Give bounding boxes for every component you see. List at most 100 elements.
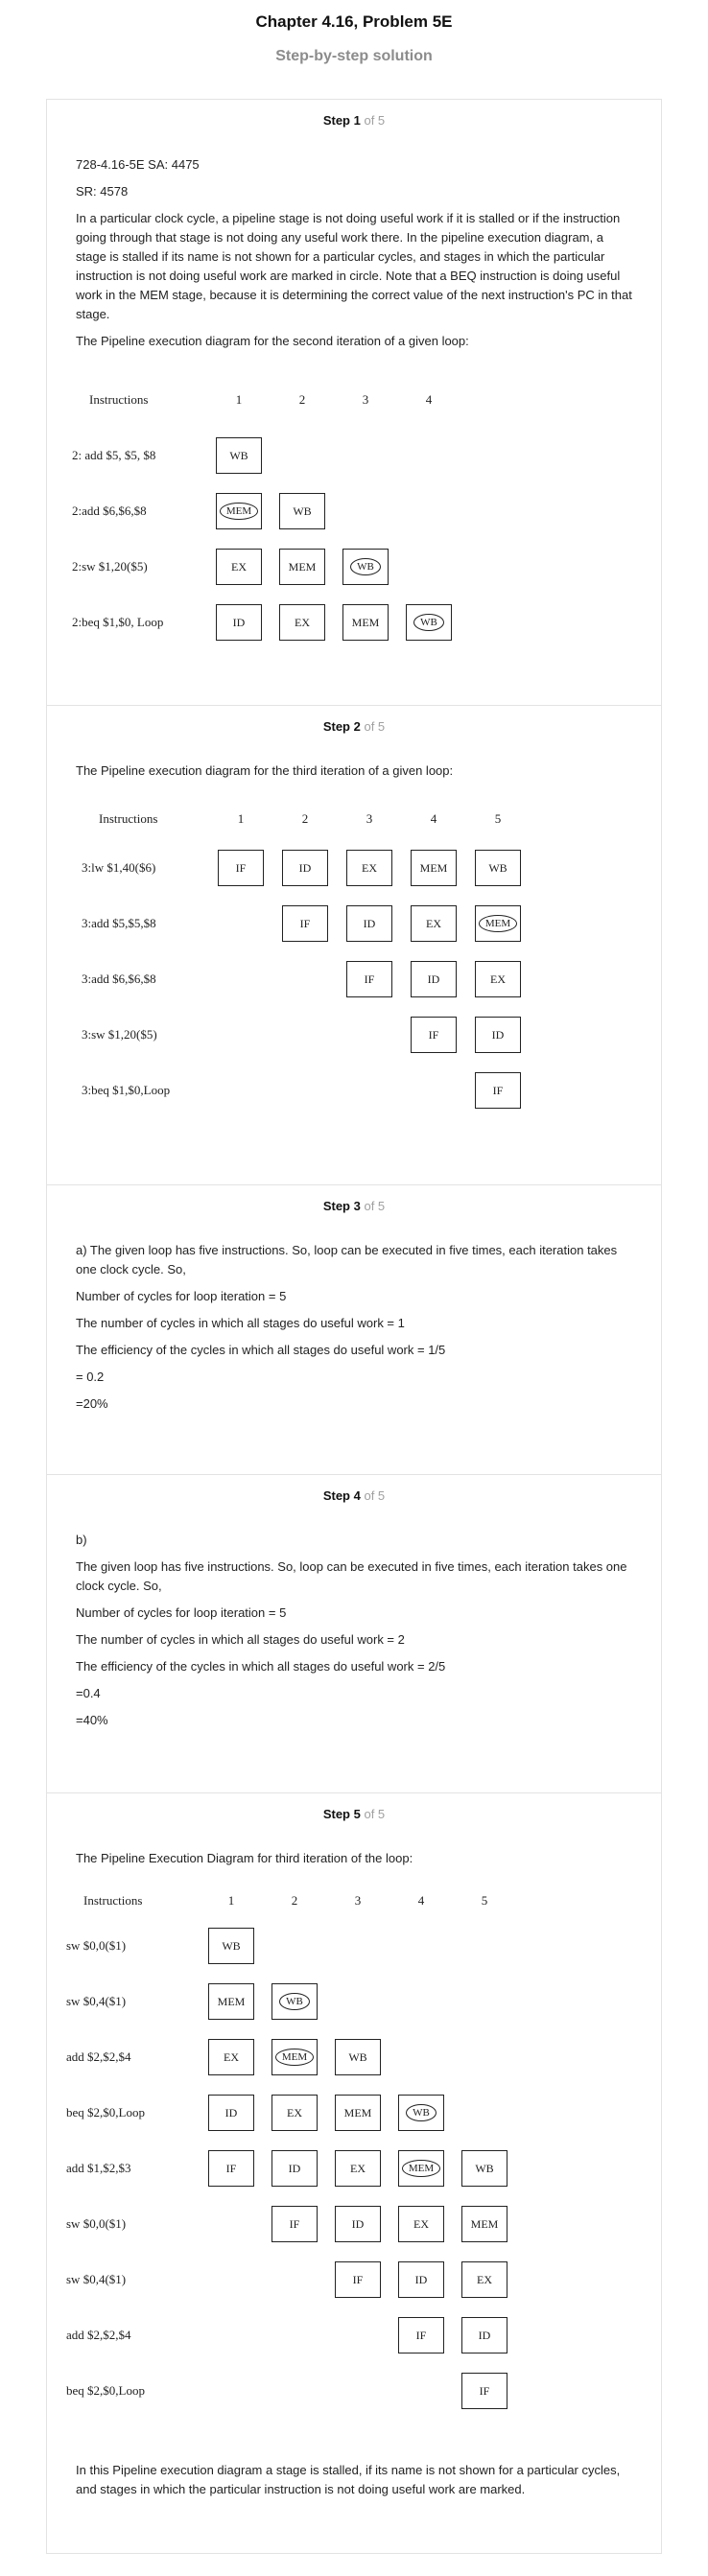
circled-stage: WB xyxy=(413,614,444,631)
instruction-label: sw $0,0($1) xyxy=(66,2216,127,2231)
stage-cell: EX xyxy=(461,2261,507,2298)
paragraph: The efficiency of the cycles in which al… xyxy=(76,1659,446,1674)
paragraph: =40% xyxy=(76,1713,108,1727)
instruction-label: 3:sw $1,20($5) xyxy=(82,1027,157,1042)
paragraph: =0.4 xyxy=(76,1686,101,1700)
cycle-header: 5 xyxy=(494,811,502,826)
stage-cell: IF xyxy=(271,2206,318,2242)
stage-cell: EX xyxy=(411,905,457,942)
stage-cell: ID xyxy=(282,850,328,886)
instruction-label: sw $0,4($1) xyxy=(66,2272,127,2286)
stage-cell: MEM xyxy=(475,905,521,942)
stage-cell: EX xyxy=(475,961,521,997)
step-2: Step 2 of 5 The Pipeline execution diagr… xyxy=(47,706,661,1185)
stage-cell: IF xyxy=(461,2373,507,2409)
cycle-header: 4 xyxy=(425,392,433,407)
step-count: of 5 xyxy=(364,1199,386,1213)
step-4-heading: Step 4 of 5 xyxy=(47,1475,661,1508)
circled-stage: MEM xyxy=(274,2049,315,2066)
stage-cell: MEM xyxy=(398,2150,444,2187)
paragraph: =20% xyxy=(76,1396,108,1411)
stage-cell: ID xyxy=(411,961,457,997)
step-count: of 5 xyxy=(364,1488,386,1503)
pipeline-diagram-iteration-2: Instructions 1 2 3 4 2: add $5, $5, $8 WB 2:add… xyxy=(47,100,661,706)
step-label: Step 4 xyxy=(322,1488,361,1503)
stage-cell: EX xyxy=(279,604,325,641)
step-label: Step 3 xyxy=(322,1199,361,1213)
stage-cell: WB xyxy=(475,850,521,886)
pipeline-diagram-loop: Instructions 1 2 3 4 5 sw $0,0($1) WB sw $0,4($1… xyxy=(47,1793,661,2455)
instruction-label: 3:beq $1,$0,Loop xyxy=(82,1083,171,1097)
stage-cell: ID xyxy=(346,905,392,942)
cycle-header: 2 xyxy=(298,392,306,407)
stage-cell: ID xyxy=(398,2261,444,2298)
stage-cell: EX xyxy=(335,2150,381,2187)
stage-cell: MEM xyxy=(335,2095,381,2131)
stage-cell: MEM xyxy=(461,2206,507,2242)
stage-cell: ID xyxy=(461,2317,507,2354)
diagram-header-label: Instructions xyxy=(83,1893,143,1908)
instruction-label: add $2,$2,$4 xyxy=(66,2328,131,2342)
paragraph: The number of cycles in which all stages… xyxy=(76,1316,405,1330)
stage-cell: ID xyxy=(208,2095,254,2131)
step-1: Step 1 of 5 728-4.16-5E SA: 4475 SR: 457… xyxy=(47,100,661,706)
stage-cell: MEM xyxy=(208,1983,254,2020)
cycle-header: 2 xyxy=(291,1893,298,1908)
cycle-header: 2 xyxy=(301,811,309,826)
paragraph: The efficiency of the cycles in which al… xyxy=(76,1343,446,1357)
stage-cell: WB xyxy=(398,2095,444,2131)
circled-stage: MEM xyxy=(219,503,259,520)
stage-cell: IF xyxy=(475,1072,521,1109)
instruction-label: 3:lw $1,40($6) xyxy=(82,860,156,875)
solution-subtitle: Step-by-step solution xyxy=(275,48,433,64)
step-4: Step 4 of 5 b) The given loop has five i… xyxy=(47,1475,661,1793)
cycle-header: 1 xyxy=(235,392,243,407)
stage-cell: EX xyxy=(208,2039,254,2075)
stage-cell: IF xyxy=(335,2261,381,2298)
instruction-label: add $2,$2,$4 xyxy=(66,2049,131,2064)
stage-cell: MEM xyxy=(271,2039,318,2075)
stage-cell: WB xyxy=(279,493,325,529)
circled-stage: WB xyxy=(406,2104,437,2121)
stage-cell: WB xyxy=(208,1928,254,1964)
circled-stage: WB xyxy=(279,1993,310,2010)
stage-cell: EX xyxy=(398,2206,444,2242)
paragraph: a) The given loop has five instructions.… xyxy=(76,1243,618,1276)
paragraph: The number of cycles in which all stages… xyxy=(76,1632,405,1647)
instruction-label: sw $0,0($1) xyxy=(66,1938,127,1953)
cycle-header: 3 xyxy=(362,392,369,407)
instruction-label: beq $2,$0,Loop xyxy=(66,2105,145,2119)
stage-cell: ID xyxy=(335,2206,381,2242)
instruction-label: 2:add $6,$6,$8 xyxy=(72,503,147,518)
stage-cell: MEM xyxy=(342,604,389,641)
instruction-label: 3:add $5,$5,$8 xyxy=(82,916,156,930)
paragraph: = 0.2 xyxy=(76,1370,105,1384)
paragraph: The given loop has five instructions. So… xyxy=(76,1559,627,1593)
solution-card: Step 1 of 5 728-4.16-5E SA: 4475 SR: 457… xyxy=(46,99,662,2554)
stage-cell: ID xyxy=(271,2150,318,2187)
stage-cell: EX xyxy=(216,549,262,585)
stage-cell: MEM xyxy=(411,850,457,886)
paragraph: In this Pipeline execution diagram a sta… xyxy=(76,2463,621,2496)
step-3-heading: Step 3 of 5 xyxy=(47,1185,661,1218)
cycle-header: 3 xyxy=(354,1893,362,1908)
stage-cell: IF xyxy=(346,961,392,997)
stage-cell: WB xyxy=(216,437,262,474)
diagram-header-label: Instructions xyxy=(99,811,158,826)
paragraph: Number of cycles for loop iteration = 5 xyxy=(76,1605,287,1620)
pipeline-diagram-iteration-3: Instructions 1 2 3 4 5 3:lw $1,40($6) IF ID EX MEM… xyxy=(47,706,661,1185)
stage-cell: WB xyxy=(342,549,389,585)
cycle-header: 4 xyxy=(430,811,437,826)
stage-cell: IF xyxy=(398,2317,444,2354)
stage-cell: MEM xyxy=(216,493,262,529)
instruction-label: add $1,$2,$3 xyxy=(66,2161,131,2175)
stage-cell: EX xyxy=(346,850,392,886)
cycle-header: 1 xyxy=(227,1893,235,1908)
stage-cell: WB xyxy=(406,604,452,641)
instruction-label: 2:beq $1,$0, Loop xyxy=(72,615,164,629)
stage-cell: ID xyxy=(216,604,262,641)
step-4-text: b) The given loop has five instructions.… xyxy=(47,1508,661,1730)
step-3-text: a) The given loop has five instructions.… xyxy=(47,1218,661,1414)
cycle-header: 1 xyxy=(237,811,245,826)
cycle-header: 4 xyxy=(417,1893,425,1908)
